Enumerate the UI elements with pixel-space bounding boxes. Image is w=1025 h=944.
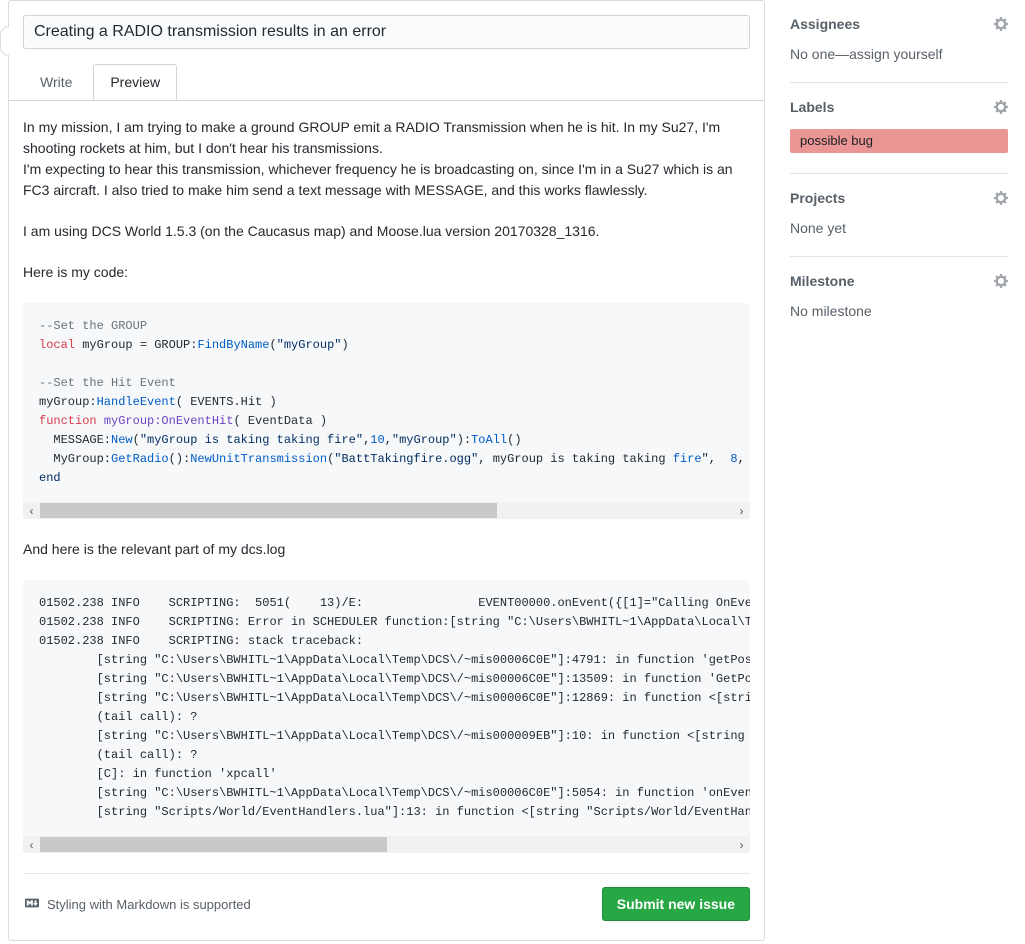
assignees-value[interactable]: No one—assign yourself (790, 46, 1008, 62)
labels-heading: Labels (790, 99, 834, 115)
scroll-left-arrow-icon[interactable]: ‹ (23, 502, 40, 519)
preview-paragraph-2: I am using DCS World 1.5.3 (on the Cauca… (23, 221, 750, 242)
lua-code: --Set the GROUPlocal myGroup = GROUP:Fin… (23, 303, 750, 502)
scroll-left-arrow-icon[interactable]: ‹ (23, 836, 40, 853)
code-line: myGroup:HandleEvent( EVENTS.Hit ) (39, 393, 734, 412)
log-line: [C]: in function 'xpcall' (39, 765, 734, 784)
sidebar-section-assignees: Assignees No one—assign yourself (790, 0, 1008, 83)
markdown-note: Styling with Markdown is supported (23, 896, 251, 913)
log-horizontal-scrollbar[interactable]: ‹ › (23, 836, 750, 853)
markdown-icon (23, 896, 41, 913)
code-scroll-thumb[interactable] (40, 503, 497, 518)
code-line: function myGroup:OnEventHit( EventData ) (39, 412, 734, 431)
gear-icon[interactable] (994, 16, 1008, 32)
code-line: --Set the GROUP (39, 317, 734, 336)
sidebar-section-labels: Labels possible bug (790, 83, 1008, 174)
log-line: 01502.238 INFO SCRIPTING: 5051( 13)/E: E… (39, 594, 734, 613)
submit-new-issue-button[interactable]: Submit new issue (602, 887, 750, 921)
log-line: [string "C:\Users\BWHITL~1\AppData\Local… (39, 727, 734, 746)
gear-icon[interactable] (994, 99, 1008, 115)
dcs-log: 01502.238 INFO SCRIPTING: 5051( 13)/E: E… (23, 580, 750, 836)
sidebar-section-milestone: Milestone No milestone (790, 257, 1008, 339)
milestone-value: No milestone (790, 303, 1008, 319)
log-line: [string "C:\Users\BWHITL~1\AppData\Local… (39, 670, 734, 689)
log-intro-paragraph: And here is the relevant part of my dcs.… (23, 539, 750, 560)
code-line: MESSAGE:New("myGroup is taking taking fi… (39, 431, 734, 450)
write-preview-tabs: Write Preview (9, 63, 764, 101)
projects-value: None yet (790, 220, 1008, 236)
label-chip-possible-bug[interactable]: possible bug (790, 129, 1008, 153)
issue-sidebar: Assignees No one—assign yourself Labels … (790, 0, 1008, 339)
issue-footer: Styling with Markdown is supported Submi… (23, 873, 750, 921)
milestone-heading: Milestone (790, 273, 855, 289)
code-scroll-track[interactable] (40, 502, 733, 519)
scroll-right-arrow-icon[interactable]: › (733, 836, 750, 853)
lua-code-block: --Set the GROUPlocal myGroup = GROUP:Fin… (23, 303, 750, 519)
log-line: [string "C:\Users\BWHITL~1\AppData\Local… (39, 651, 734, 670)
code-horizontal-scrollbar[interactable]: ‹ › (23, 502, 750, 519)
tab-write[interactable]: Write (23, 64, 89, 100)
code-line: local myGroup = GROUP:FindByName("myGrou… (39, 336, 734, 355)
code-line: MyGroup:GetRadio():NewUnitTransmission("… (39, 450, 734, 469)
log-line: [string "C:\Users\BWHITL~1\AppData\Local… (39, 784, 734, 803)
dcs-log-block: 01502.238 INFO SCRIPTING: 5051( 13)/E: E… (23, 580, 750, 853)
log-line: [string "C:\Users\BWHITL~1\AppData\Local… (39, 689, 734, 708)
projects-heading: Projects (790, 190, 845, 206)
preview-paragraph-3: Here is my code: (23, 262, 750, 283)
tab-preview[interactable]: Preview (93, 64, 177, 100)
preview-pane: In my mission, I am trying to make a gro… (23, 101, 750, 853)
log-scroll-track[interactable] (40, 836, 733, 853)
code-line (39, 355, 734, 374)
log-line: (tail call): ? (39, 708, 734, 727)
code-line: end (39, 469, 734, 488)
sidebar-section-projects: Projects None yet (790, 174, 1008, 257)
scroll-right-arrow-icon[interactable]: › (733, 502, 750, 519)
preview-paragraph-1: In my mission, I am trying to make a gro… (23, 117, 750, 201)
log-line: 01502.238 INFO SCRIPTING: stack tracebac… (39, 632, 734, 651)
log-line: [string "Scripts/World/EventHandlers.lua… (39, 803, 734, 822)
code-line: --Set the Hit Event (39, 374, 734, 393)
comment-caret (0, 26, 9, 56)
issue-title-input[interactable] (23, 15, 750, 49)
gear-icon[interactable] (994, 273, 1008, 289)
assignees-heading: Assignees (790, 16, 860, 32)
new-issue-card: Write Preview In my mission, I am trying… (8, 0, 765, 941)
log-line: 01502.238 INFO SCRIPTING: Error in SCHED… (39, 613, 734, 632)
log-scroll-thumb[interactable] (40, 837, 387, 852)
gear-icon[interactable] (994, 190, 1008, 206)
markdown-note-text: Styling with Markdown is supported (47, 897, 251, 912)
log-line: (tail call): ? (39, 746, 734, 765)
